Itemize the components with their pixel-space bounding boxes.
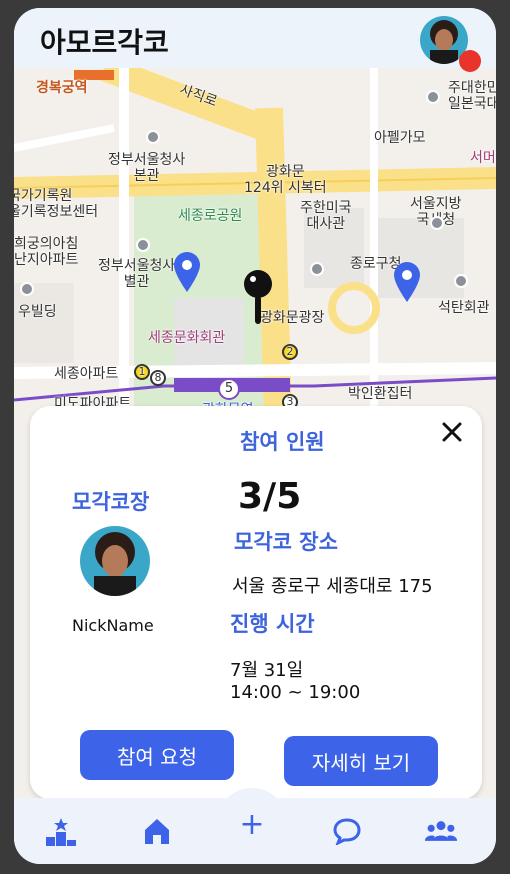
leader-label: 모각코장 — [72, 490, 150, 514]
map-poi-icon — [136, 238, 150, 252]
group-icon — [424, 821, 458, 841]
map-label-archives: 국가기록원 울기록정보센터 — [14, 188, 99, 220]
map-label-jongdae: 주대한민 일본국대 — [448, 80, 496, 112]
map-label-sejong-park: 세종로공원 — [178, 208, 243, 224]
ranking-icon — [46, 818, 76, 846]
app-title: 아모르각코 — [40, 26, 169, 59]
leader-avatar[interactable] — [80, 526, 150, 596]
map-label-heegung: 희궁의아침 난지아파트 — [14, 236, 79, 268]
map-label-park-hwan: 박인환집터 — [348, 386, 413, 402]
map-pin-icon[interactable] — [172, 250, 202, 292]
chat-icon — [333, 818, 361, 845]
phone-frame: 경복궁역 사직로 주대한민 일본국대 아펠가모 서머 정부서울청사 본관 광화문… — [14, 8, 496, 864]
join-request-button[interactable]: 참여 요청 — [80, 730, 234, 780]
meetup-card: 참여 인원 3/5 모각코장 NickName 모각코 장소 서울 종로구 세종… — [30, 406, 482, 799]
map-pin-icon[interactable] — [392, 260, 422, 302]
nav-ranking[interactable] — [44, 814, 78, 848]
time-value: 14:00 ~ 19:00 — [230, 682, 361, 703]
top-bar: 아모르각코 — [14, 8, 496, 68]
participants-count: 3/5 — [238, 476, 302, 517]
nav-group[interactable] — [424, 814, 458, 848]
map-poi-icon — [20, 282, 34, 296]
home-icon — [145, 819, 169, 844]
view-details-button[interactable]: 자세히 보기 — [284, 736, 438, 786]
map-label-u-building: 우빌딩 — [18, 304, 57, 320]
time-label: 진행 시간 — [230, 612, 315, 636]
map-poi-icon — [310, 262, 324, 276]
map-label-gwanghwamun-market: 광화문 124위 시복터 — [244, 164, 327, 196]
add-button[interactable]: + — [216, 788, 288, 860]
map-label-gyeongbokgung: 경복궁역 — [36, 80, 88, 96]
map-label-seokhyeon: 석탄회관 — [438, 300, 490, 316]
map-label-us-embassy: 주한미국 대사관 — [300, 200, 352, 232]
map-poi-icon — [430, 216, 444, 230]
close-icon[interactable] — [438, 418, 466, 446]
subway-badge-2: 2 — [282, 344, 298, 360]
map-label-sejong-apt: 세종아파트 — [54, 366, 119, 382]
place-label: 모각코 장소 — [234, 530, 338, 554]
leader-nickname: NickName — [72, 616, 154, 635]
map-poi-icon — [146, 130, 160, 144]
nav-chat[interactable] — [330, 814, 364, 848]
date-value: 7월 31일 — [230, 660, 304, 681]
map-label-apelgamo: 아펠가모 — [374, 130, 426, 146]
participants-label: 참여 인원 — [240, 430, 325, 454]
map-poi-icon — [426, 90, 440, 104]
notification-badge — [459, 50, 481, 72]
subway-badge-5: 5 — [218, 378, 240, 400]
map-poi-icon — [454, 274, 468, 288]
map-label-govt-complex: 정부서울청사 본관 — [108, 152, 186, 184]
avatar-image — [80, 526, 150, 596]
subway-badge-8: 8 — [150, 370, 166, 386]
place-value: 서울 종로구 세종대로 175 — [232, 576, 433, 597]
subway-badge-1: 1 — [134, 364, 150, 380]
map-label-govt-annex: 정부서울청사 별관 — [98, 258, 176, 290]
map-label-seomun: 서머 — [470, 150, 496, 166]
map-label-sejong-center: 세종문화회관 — [148, 330, 226, 346]
current-location-marker-icon — [244, 270, 272, 324]
nav-home[interactable] — [140, 814, 174, 848]
